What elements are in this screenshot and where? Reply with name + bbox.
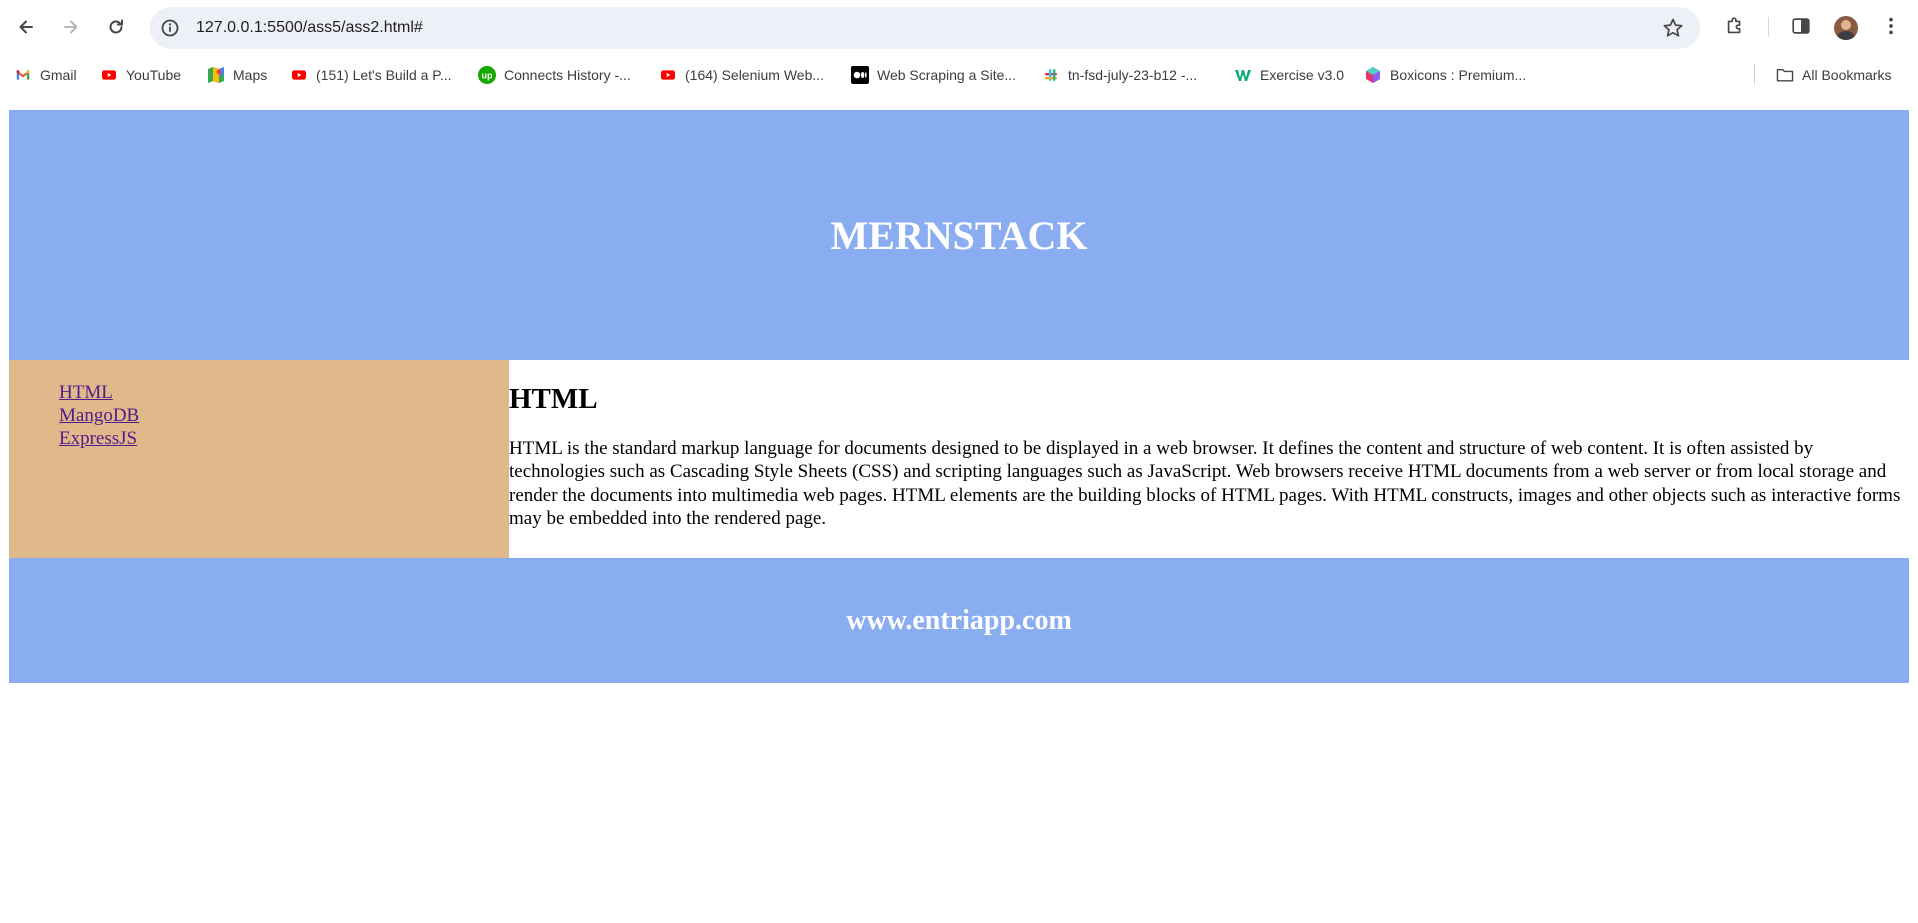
nav-item-mangodb: MangoDB <box>59 404 139 427</box>
nav-link-mangodb[interactable]: MangoDB <box>59 405 139 426</box>
site-header: MERNSTACK <box>9 110 1909 360</box>
youtube-icon <box>659 66 677 84</box>
profile-avatar[interactable] <box>1834 16 1858 40</box>
site-info-icon[interactable] <box>160 18 180 38</box>
slack-icon <box>1042 66 1060 84</box>
main-content: HTML HTML is the standard markup languag… <box>509 360 1909 558</box>
side-panel-icon <box>1792 18 1810 34</box>
page-viewport: MERNSTACK HTML MangoDB ExpressJS HTML HT… <box>0 93 1918 923</box>
youtube-icon <box>290 66 308 84</box>
medium-icon <box>851 66 869 84</box>
url-text[interactable]: 127.0.0.1:5500/ass5/ass2.html# <box>196 18 423 38</box>
section-heading: HTML <box>509 383 598 415</box>
svg-text:up: up <box>482 71 493 81</box>
all-bookmarks-button[interactable]: All Bookmarks <box>1776 65 1891 85</box>
bookmark-lets-build[interactable]: (151) Let's Build a P... <box>290 65 452 85</box>
youtube-icon <box>100 66 118 84</box>
extensions-button[interactable] <box>1722 13 1748 39</box>
forward-button[interactable] <box>56 12 86 42</box>
forward-arrow-icon <box>64 20 78 34</box>
address-bar[interactable]: 127.0.0.1:5500/ass5/ass2.html# <box>150 7 1700 49</box>
maps-icon <box>207 66 225 84</box>
site-footer: www.entriapp.com <box>9 558 1909 683</box>
back-arrow-icon <box>19 20 33 34</box>
puzzle-icon <box>1727 17 1741 34</box>
bookmark-star-icon[interactable] <box>1662 17 1684 39</box>
bookmark-exercise[interactable]: Exercise v3.0 <box>1234 65 1344 85</box>
nav-link-expressjs[interactable]: ExpressJS <box>59 428 137 449</box>
nav-list: HTML MangoDB ExpressJS <box>59 381 139 450</box>
reload-icon <box>109 19 123 34</box>
bookmark-selenium[interactable]: (164) Selenium Web... <box>659 65 824 85</box>
bookmark-web-scraping[interactable]: Web Scraping a Site... <box>851 65 1016 85</box>
bookmark-tn-fsd[interactable]: tn-fsd-july-23-b12 -... <box>1042 65 1197 85</box>
gmail-icon <box>14 66 32 84</box>
upwork-icon: up <box>478 66 496 84</box>
folder-icon <box>1776 66 1794 84</box>
nav-link-html[interactable]: HTML <box>59 382 113 403</box>
browser-toolbar: 127.0.0.1:5500/ass5/ass2.html# <box>0 0 1918 56</box>
bookmark-gmail[interactable]: Gmail <box>14 65 77 85</box>
chrome-menu-button[interactable] <box>1878 13 1904 39</box>
reload-button[interactable] <box>101 12 131 42</box>
bookmarks-bar: Gmail YouTube Maps (151) Let's Build a P… <box>0 56 1918 93</box>
back-button[interactable] <box>11 12 41 42</box>
w3schools-icon <box>1234 66 1252 84</box>
bookmark-boxicons[interactable]: Boxicons : Premium... <box>1364 65 1526 85</box>
bookmarks-divider <box>1754 64 1755 84</box>
bookmark-connects-history[interactable]: up Connects History -... <box>478 65 631 85</box>
section-paragraph: HTML is the standard markup language for… <box>509 438 1901 529</box>
nav-item-expressjs: ExpressJS <box>59 427 139 450</box>
bookmark-maps[interactable]: Maps <box>207 65 267 85</box>
nav-item-html: HTML <box>59 381 139 404</box>
more-vert-icon <box>1889 17 1893 35</box>
side-panel-button[interactable] <box>1788 13 1814 39</box>
bookmark-youtube[interactable]: YouTube <box>100 65 181 85</box>
sidebar-nav: HTML MangoDB ExpressJS <box>9 360 509 558</box>
toolbar-divider <box>1768 17 1769 37</box>
footer-text: www.entriapp.com <box>846 604 1072 636</box>
site-title: MERNSTACK <box>830 212 1088 258</box>
boxicons-icon <box>1364 66 1382 84</box>
